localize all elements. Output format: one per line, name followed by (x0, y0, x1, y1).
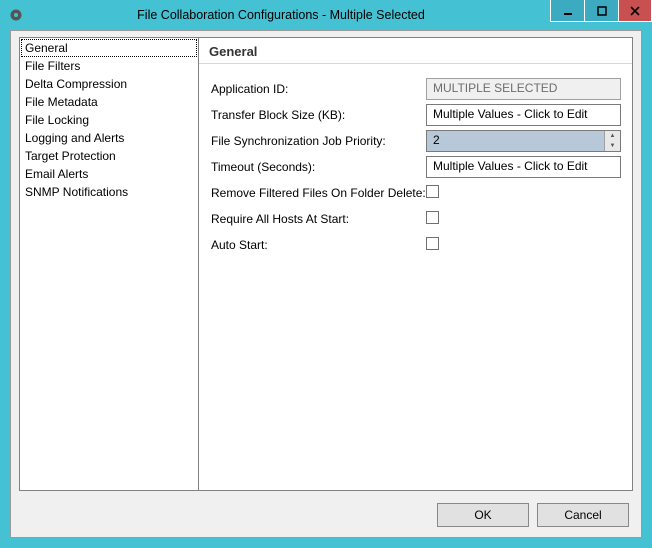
row-timeout: Timeout (Seconds): Multiple Values - Cli… (211, 154, 622, 180)
main-panel: General Application ID: MULTIPLE SELECTE… (199, 37, 633, 491)
row-require-all-hosts: Require All Hosts At Start: (211, 206, 622, 232)
ok-button[interactable]: OK (437, 503, 529, 527)
sidebar-item-label: File Metadata (25, 95, 98, 109)
window-controls (550, 0, 652, 22)
row-transfer-block-size: Transfer Block Size (KB): Multiple Value… (211, 102, 622, 128)
sidebar-item-file-filters[interactable]: File Filters (21, 57, 197, 75)
nav-sidebar[interactable]: General File Filters Delta Compression F… (19, 37, 199, 491)
checkbox-remove-filtered[interactable] (426, 185, 439, 198)
sidebar-item-general[interactable]: General (21, 39, 197, 57)
client-area: General File Filters Delta Compression F… (10, 30, 642, 538)
close-button[interactable] (618, 0, 652, 22)
row-sync-priority: File Synchronization Job Priority: 2 ▲ ▼ (211, 128, 622, 154)
dialog-buttons: OK Cancel (437, 503, 629, 527)
spinner-buttons: ▲ ▼ (604, 131, 620, 151)
label-application-id: Application ID: (211, 82, 426, 96)
minimize-button[interactable] (550, 0, 584, 22)
sidebar-item-delta-compression[interactable]: Delta Compression (21, 75, 197, 93)
sidebar-item-label: File Locking (25, 113, 89, 127)
spinner-value[interactable]: 2 (427, 131, 604, 151)
value-application-id: MULTIPLE SELECTED (426, 78, 621, 100)
checkbox-auto-start[interactable] (426, 237, 439, 250)
dialog-window: File Collaboration Configurations - Mult… (0, 0, 652, 548)
sidebar-item-label: Logging and Alerts (25, 131, 124, 145)
cancel-button[interactable]: Cancel (537, 503, 629, 527)
sidebar-item-email-alerts[interactable]: Email Alerts (21, 165, 197, 183)
sidebar-item-label: Email Alerts (25, 167, 88, 181)
input-transfer-block-size[interactable]: Multiple Values - Click to Edit (426, 104, 621, 126)
sidebar-item-label: SNMP Notifications (25, 185, 128, 199)
content-area: General File Filters Delta Compression F… (19, 37, 633, 491)
label-transfer-block-size: Transfer Block Size (KB): (211, 108, 426, 122)
maximize-button[interactable] (584, 0, 618, 22)
form-body: Application ID: MULTIPLE SELECTED Transf… (199, 64, 632, 268)
label-timeout: Timeout (Seconds): (211, 160, 426, 174)
sidebar-item-label: Delta Compression (25, 77, 127, 91)
spinner-up-icon[interactable]: ▲ (605, 131, 620, 141)
app-icon (8, 7, 24, 23)
panel-heading: General (199, 38, 632, 64)
label-remove-filtered: Remove Filtered Files On Folder Delete: (211, 186, 426, 200)
sidebar-item-label: File Filters (25, 59, 80, 73)
row-application-id: Application ID: MULTIPLE SELECTED (211, 76, 622, 102)
label-sync-priority: File Synchronization Job Priority: (211, 134, 426, 148)
sidebar-item-file-metadata[interactable]: File Metadata (21, 93, 197, 111)
sidebar-item-logging-alerts[interactable]: Logging and Alerts (21, 129, 197, 147)
spinner-down-icon[interactable]: ▼ (605, 141, 620, 151)
label-auto-start: Auto Start: (211, 238, 426, 252)
row-remove-filtered: Remove Filtered Files On Folder Delete: (211, 180, 622, 206)
checkbox-require-all-hosts[interactable] (426, 211, 439, 224)
sidebar-item-target-protection[interactable]: Target Protection (21, 147, 197, 165)
input-timeout[interactable]: Multiple Values - Click to Edit (426, 156, 621, 178)
sidebar-item-label: General (25, 41, 68, 55)
spinner-sync-priority[interactable]: 2 ▲ ▼ (426, 130, 621, 152)
sidebar-item-snmp-notifications[interactable]: SNMP Notifications (21, 183, 197, 201)
sidebar-item-file-locking[interactable]: File Locking (21, 111, 197, 129)
row-auto-start: Auto Start: (211, 232, 622, 258)
sidebar-item-label: Target Protection (25, 149, 116, 163)
label-require-all-hosts: Require All Hosts At Start: (211, 212, 426, 226)
